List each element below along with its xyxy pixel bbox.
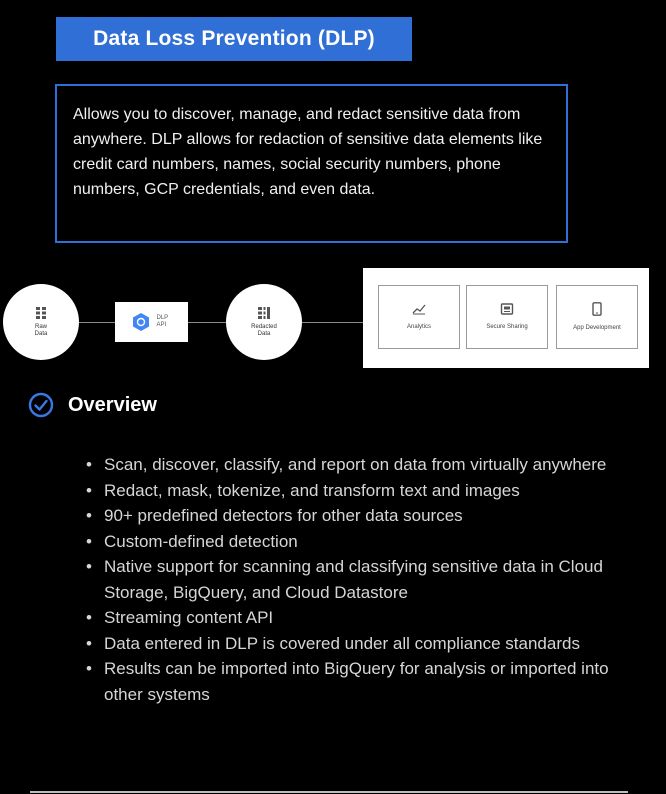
page-title-text: Data Loss Prevention (DLP)	[93, 27, 375, 50]
bullet-text: Redact, mask, tokenize, and transform te…	[104, 480, 520, 500]
bullet-dot: •	[86, 455, 92, 474]
raw-data-label: Raw Data	[34, 324, 48, 337]
tile-secure-sharing: Secure Sharing	[466, 285, 548, 349]
redacted-data-node: Redacted Data	[226, 284, 302, 360]
dlp-hexagon-icon	[132, 313, 149, 331]
bottom-divider	[30, 791, 628, 793]
connector-line	[188, 322, 226, 323]
bullet-text: Custom-defined detection	[104, 531, 298, 551]
share-icon	[500, 303, 514, 315]
list-item: • 90+ predefined detectors for other data…	[86, 503, 646, 529]
list-item: • Custom-defined detection	[86, 529, 646, 555]
bullet-text: 90+ predefined detectors for other data …	[104, 506, 463, 525]
overview-bullet-list: • Scan, discover, classify, and report on…	[86, 452, 646, 707]
overview-heading: Overview	[68, 393, 157, 416]
connector-line	[302, 322, 363, 323]
database-icon	[36, 307, 46, 319]
tile-analytics: Analytics	[378, 285, 460, 349]
bullet-text: Results can be imported into BigQuery fo…	[104, 659, 609, 704]
list-item: • Native support for scanning and classif…	[86, 554, 646, 605]
use-cases-panel: Analytics Secure Sharing App Development	[363, 268, 649, 368]
phone-icon	[592, 302, 602, 316]
overview-section-header: Overview	[28, 392, 157, 418]
redacted-data-label: Redacted Data	[251, 324, 277, 337]
chart-icon	[412, 304, 426, 315]
description-box: Allows you to discover, manage, and reda…	[55, 84, 568, 243]
tile-app-development-label: App Development	[573, 325, 621, 331]
bullet-dot: •	[86, 480, 92, 500]
dlp-api-node: DLP API	[115, 302, 188, 342]
description-text: Allows you to discover, manage, and reda…	[73, 106, 543, 198]
check-circle-icon	[28, 392, 54, 418]
list-item: • Results can be imported into BigQuery f…	[86, 656, 646, 707]
tile-app-development: App Development	[556, 285, 638, 349]
bullet-dot: •	[86, 531, 92, 551]
redacted-document-icon	[258, 307, 270, 319]
list-item: • Streaming content API	[86, 605, 646, 631]
page-title: Data Loss Prevention (DLP)	[56, 17, 412, 61]
bullet-text: Native support for scanning and classify…	[104, 557, 603, 602]
raw-data-node: Raw Data	[3, 284, 79, 360]
list-item: • Data entered in DLP is covered under al…	[86, 631, 646, 657]
bullet-text: Data entered in DLP is covered under all…	[104, 633, 580, 653]
bullet-text: Streaming content API	[104, 608, 274, 627]
list-item: • Scan, discover, classify, and report on…	[86, 452, 646, 478]
connector-line	[79, 322, 115, 323]
dlp-api-label: DLP API	[156, 315, 169, 328]
bullet-dot: •	[86, 608, 92, 627]
tile-secure-sharing-label: Secure Sharing	[486, 324, 528, 330]
bullet-dot: •	[86, 633, 92, 653]
list-item: • Redact, mask, tokenize, and transform t…	[86, 478, 646, 504]
bullet-dot: •	[86, 557, 92, 576]
bullet-dot: •	[86, 506, 92, 525]
bullet-dot: •	[86, 659, 92, 678]
tile-analytics-label: Analytics	[406, 324, 431, 330]
bullet-text: Scan, discover, classify, and report on …	[104, 455, 607, 474]
dlp-flow-diagram: Raw Data DLP API Redacted Data Analytics…	[0, 268, 666, 378]
